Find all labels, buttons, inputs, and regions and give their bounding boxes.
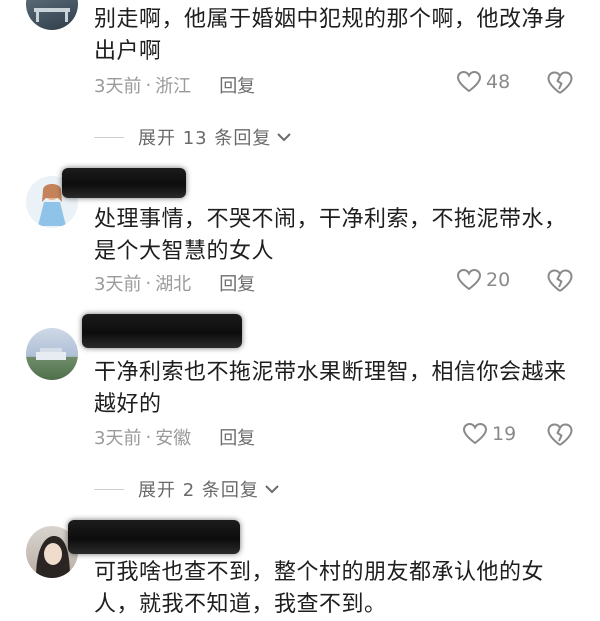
comment-time: 3天前 [94,76,142,97]
comment-text: 别走啊，他属于婚姻中犯规的那个啊，他改净身出户啊 [94,7,567,64]
dislike-button[interactable] [546,268,574,298]
expand-replies-button[interactable]: 展开 13 条回复 [94,124,293,150]
comment-text: 处理事情，不哭不闹，干净利索，不拖泥带水，是个大智慧的女人 [94,207,567,264]
broken-heart-icon [547,423,573,446]
like-button[interactable]: 48 [456,70,510,94]
like-button[interactable]: 19 [462,422,516,446]
chevron-down-icon [265,485,279,494]
reply-button[interactable]: 回复 [219,270,255,296]
dislike-button[interactable] [546,422,574,452]
avatar[interactable] [26,0,78,30]
redaction-block [62,168,186,198]
comment-text: 可我啥也查不到，整个村的朋友都承认他的女人，就我不知道，我查不到。 [94,560,545,617]
reply-button[interactable]: 回复 [219,424,255,450]
like-button[interactable]: 20 [456,268,510,292]
redaction-block [68,520,240,554]
broken-heart-icon [547,71,573,94]
broken-heart-icon [547,269,573,292]
comment-text: 干净利索也不拖泥带水果断理智，相信你会越来越好的 [94,360,567,417]
comment-location: 安徽 [155,428,192,449]
comment-location: 浙江 [155,76,192,97]
reply-button[interactable]: 回复 [219,72,255,98]
avatar[interactable] [26,328,78,380]
chevron-down-icon [277,133,292,142]
expand-replies-label: 展开 2 条回复 [138,480,259,501]
divider [94,136,124,138]
separator: · [145,426,152,448]
separator: · [145,272,152,294]
expand-replies-label: 展开 13 条回复 [138,128,272,149]
like-count: 20 [486,269,511,291]
like-count: 19 [492,423,517,445]
heart-icon [456,268,482,291]
comment-meta: 3天前 · 安徽 回复 [94,424,255,450]
expand-replies-button[interactable]: 展开 2 条回复 [94,476,281,502]
comment-location: 湖北 [155,274,192,295]
heart-icon [462,422,488,445]
separator: · [145,74,152,96]
comment-time: 3天前 [94,428,142,449]
comment-meta: 3天前 · 湖北 回复 [94,270,255,296]
comment-meta: 3天前 · 浙江 回复 [94,72,255,98]
heart-icon [456,70,482,93]
comment-time: 3天前 [94,274,142,295]
redaction-block [82,314,242,348]
dislike-button[interactable] [546,70,574,100]
like-count: 48 [486,71,511,93]
divider [94,488,124,490]
